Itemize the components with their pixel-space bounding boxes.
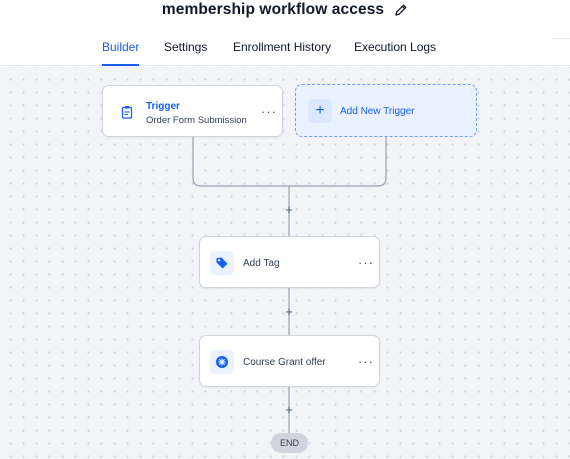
action-card-course-grant-offer[interactable]: Course Grant offer ···	[199, 335, 380, 387]
end-node: END	[271, 433, 308, 453]
add-step-button[interactable]: +	[282, 304, 296, 318]
trigger-subtitle: Order Form Submission	[146, 115, 247, 126]
course-badge-icon	[210, 350, 234, 374]
action-more-menu[interactable]: ···	[358, 355, 374, 368]
connector-lines	[192, 137, 387, 433]
action-label: Course Grant offer	[243, 357, 326, 368]
trigger-more-menu[interactable]: ···	[261, 105, 277, 118]
action-card-add-tag[interactable]: Add Tag ···	[199, 236, 380, 288]
plus-icon: +	[308, 99, 332, 123]
add-step-button[interactable]: +	[282, 402, 296, 416]
clipboard-icon	[115, 100, 139, 124]
add-new-trigger-button[interactable]: + Add New Trigger	[295, 84, 477, 137]
add-new-trigger-label: Add New Trigger	[340, 106, 415, 117]
tag-icon	[210, 251, 234, 275]
trigger-card[interactable]: Trigger Order Form Submission ···	[102, 85, 283, 137]
action-label: Add Tag	[243, 258, 280, 269]
trigger-title: Trigger	[146, 101, 180, 112]
add-step-button[interactable]: +	[282, 202, 296, 216]
action-more-menu[interactable]: ···	[358, 256, 374, 269]
